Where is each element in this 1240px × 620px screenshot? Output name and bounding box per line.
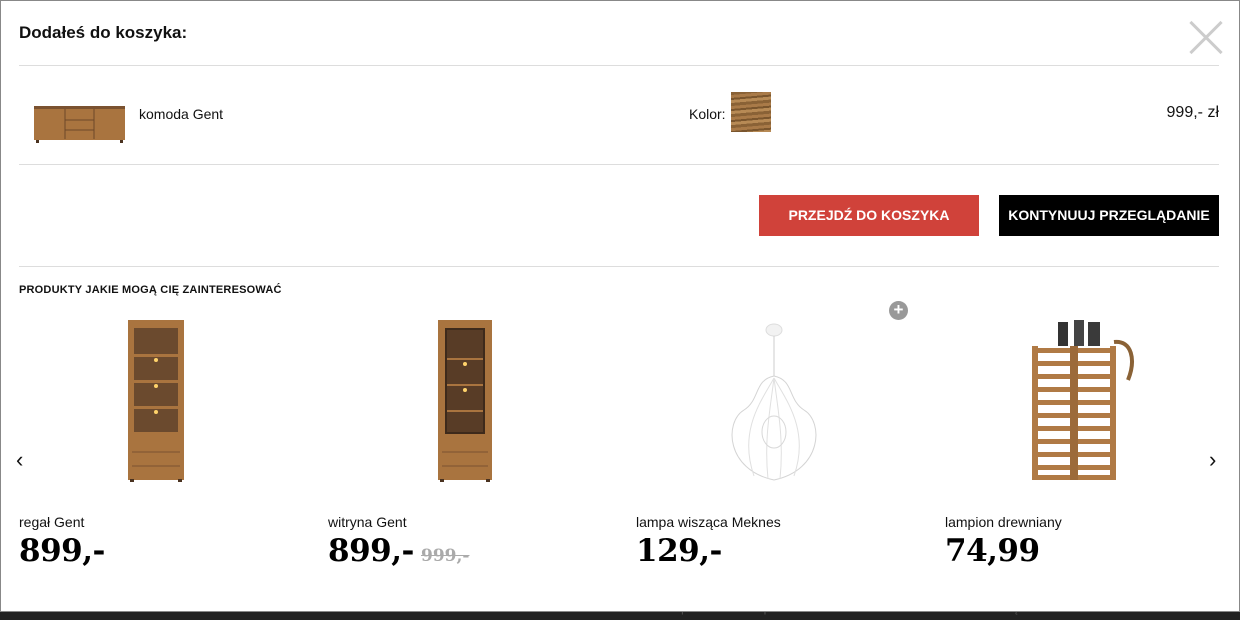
product-price: 899,- [328, 533, 414, 569]
color-label: Kolor: [689, 106, 726, 122]
chevron-left-icon[interactable]: ‹ [16, 446, 23, 474]
cart-item-name[interactable]: komoda Gent [139, 106, 223, 122]
product-price: 899,- [19, 533, 105, 569]
close-icon[interactable] [1186, 18, 1224, 56]
product-image-pendant-lamp[interactable] [724, 320, 824, 482]
product-image-shelf[interactable] [127, 320, 185, 482]
recommendations-heading: PRODUKTY JAKIE MOGĄ CIĘ ZAINTERESOWAĆ [19, 284, 282, 296]
continue-browsing-button[interactable]: KONTYNUUJ PRZEGLĄDANIE [999, 195, 1219, 236]
product-name[interactable]: regał Gent [19, 514, 84, 530]
divider [19, 266, 1219, 267]
product-name[interactable]: witryna Gent [328, 514, 407, 530]
color-swatch [731, 92, 771, 132]
old-price: 999,- [421, 546, 470, 566]
product-image-display-cabinet[interactable] [437, 320, 493, 482]
added-to-cart-modal: Dodałeś do koszyka: komoda Gent Kolor: 9… [0, 0, 1240, 612]
product-name[interactable]: lampion drewniany [945, 514, 1062, 530]
divider [19, 164, 1219, 165]
chevron-right-icon[interactable]: › [1209, 446, 1216, 474]
product-price: 129,- [636, 533, 722, 569]
product-image-wooden-lantern[interactable] [1028, 320, 1136, 482]
go-to-cart-button[interactable]: PRZEJDŹ DO KOSZYKA [759, 195, 979, 236]
product-price: 74,99 [945, 533, 1040, 569]
modal-title: Dodałeś do koszyka: [19, 23, 188, 42]
divider [19, 65, 1219, 66]
product-thumbnail [34, 106, 125, 143]
cart-item-price: 999,- zł [1166, 104, 1219, 121]
plus-circle-icon[interactable]: + [889, 301, 908, 320]
product-name[interactable]: lampa wisząca Meknes [636, 514, 781, 530]
